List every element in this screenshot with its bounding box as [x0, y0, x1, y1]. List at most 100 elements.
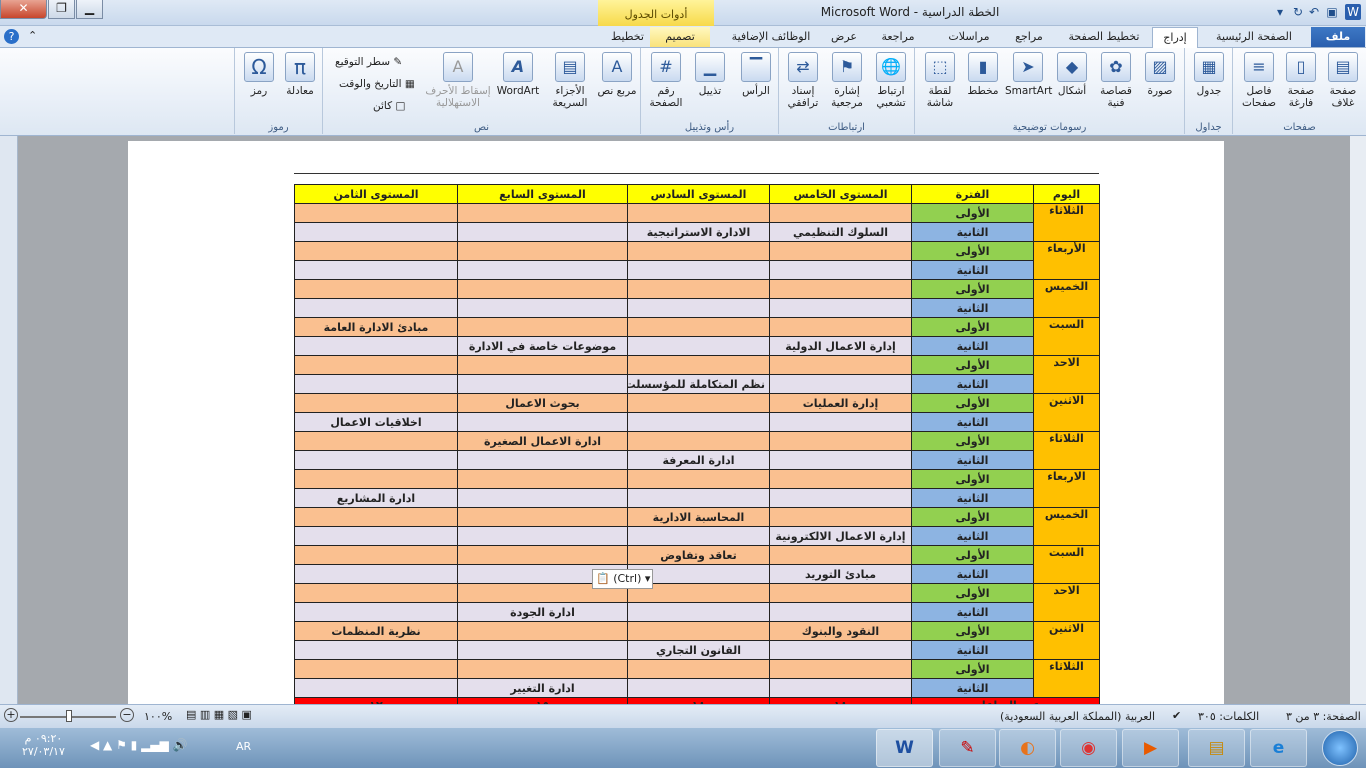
course-cell[interactable]: [294, 393, 458, 413]
word-app-icon[interactable]: W: [1345, 4, 1361, 20]
symbol-button[interactable]: Ω رمز: [239, 52, 279, 97]
course-cell[interactable]: [769, 450, 912, 470]
blank-page-button[interactable]: ▯ صفحة فارغة: [1281, 52, 1321, 109]
course-cell[interactable]: [769, 583, 912, 603]
course-cell[interactable]: الادارة الاستراتيجية: [627, 222, 770, 242]
tab-page-layout[interactable]: تخطيط الصفحة: [1062, 27, 1146, 47]
course-cell[interactable]: [769, 602, 912, 622]
course-cell[interactable]: [294, 583, 458, 603]
page-count[interactable]: الصفحة: ٣ من ٣: [1286, 710, 1361, 723]
course-cell[interactable]: [769, 431, 912, 451]
course-cell[interactable]: [769, 640, 912, 660]
course-cell[interactable]: [457, 526, 628, 546]
customize-qat-icon[interactable]: ▾: [1272, 4, 1288, 20]
period-cell[interactable]: الأولى: [911, 393, 1034, 413]
day-cell[interactable]: السبت: [1033, 545, 1100, 584]
course-cell[interactable]: [627, 678, 770, 698]
paste-options-button[interactable]: 📋 (Ctrl) ▾: [592, 569, 653, 589]
course-cell[interactable]: [457, 241, 628, 261]
course-cell[interactable]: [627, 336, 770, 356]
tab-addins[interactable]: الوظائف الإضافية: [722, 27, 820, 47]
course-cell[interactable]: نظم المتكاملة للمؤسسلت: [627, 374, 770, 394]
course-cell[interactable]: [769, 279, 912, 299]
course-cell[interactable]: [457, 355, 628, 375]
period-cell[interactable]: الثانية: [911, 564, 1034, 584]
course-cell[interactable]: [769, 298, 912, 318]
ie-icon[interactable]: e: [1250, 729, 1307, 767]
course-cell[interactable]: مبادئ التوريد: [769, 564, 912, 584]
schedule-table[interactable]: اليوم الفترة المستوى الخامس المستوى السادس ا…: [294, 184, 1100, 714]
tab-insert[interactable]: إدراج: [1152, 27, 1198, 48]
zoom-in-button[interactable]: +: [4, 708, 18, 722]
tray-icons[interactable]: ◀ ▲ ⚑ ▮ ▂▄▆ 🔊: [90, 738, 210, 752]
undo-icon[interactable]: ↶: [1306, 4, 1322, 20]
course-cell[interactable]: [294, 374, 458, 394]
header-cell[interactable]: المستوى السادس: [627, 184, 770, 204]
course-cell[interactable]: [457, 317, 628, 337]
chrome-icon[interactable]: ◉: [1060, 729, 1117, 767]
course-cell[interactable]: [627, 526, 770, 546]
header-cell[interactable]: المستوى الثامن: [294, 184, 458, 204]
period-cell[interactable]: الأولى: [911, 203, 1034, 223]
course-cell[interactable]: ادارة المشاريع: [294, 488, 458, 508]
course-cell[interactable]: [627, 659, 770, 679]
period-cell[interactable]: الأولى: [911, 279, 1034, 299]
course-cell[interactable]: إدارة الاعمال الالكترونية: [769, 526, 912, 546]
course-cell[interactable]: [769, 507, 912, 527]
vertical-scrollbar[interactable]: [1350, 136, 1366, 704]
word-taskbar-icon[interactable]: W: [876, 729, 933, 767]
period-cell[interactable]: الأولى: [911, 621, 1034, 641]
period-cell[interactable]: الأولى: [911, 583, 1034, 603]
course-cell[interactable]: [769, 488, 912, 508]
header-cell[interactable]: الفترة: [911, 184, 1034, 204]
cover-page-button[interactable]: ▤ صفحة غلاف: [1323, 52, 1363, 109]
period-cell[interactable]: الثانية: [911, 336, 1034, 356]
course-cell[interactable]: ادارة الاعمال الصغيرة: [457, 431, 628, 451]
course-cell[interactable]: [294, 336, 458, 356]
course-cell[interactable]: القانون التجاري: [627, 640, 770, 660]
header-cell[interactable]: المستوى الخامس: [769, 184, 912, 204]
course-cell[interactable]: [769, 317, 912, 337]
quick-parts-button[interactable]: ▤ الأجزاء السريعة: [545, 52, 595, 109]
period-cell[interactable]: الأولى: [911, 355, 1034, 375]
course-cell[interactable]: [294, 564, 458, 584]
course-cell[interactable]: السلوك التنظيمي: [769, 222, 912, 242]
start-button[interactable]: [1322, 730, 1358, 766]
header-cell[interactable]: المستوى السابع: [457, 184, 628, 204]
bookmark-button[interactable]: ⚑ إشارة مرجعية: [825, 52, 869, 109]
course-cell[interactable]: [457, 469, 628, 489]
day-cell[interactable]: الخميس: [1033, 279, 1100, 318]
course-cell[interactable]: [627, 393, 770, 413]
course-cell[interactable]: [769, 355, 912, 375]
word-count[interactable]: الكلمات: ٣٠٥: [1198, 710, 1259, 723]
course-cell[interactable]: [457, 203, 628, 223]
minimize-button[interactable]: ▁: [76, 0, 103, 19]
period-cell[interactable]: الثانية: [911, 374, 1034, 394]
day-cell[interactable]: الخميس: [1033, 507, 1100, 546]
tab-view[interactable]: عرض: [824, 27, 864, 47]
day-cell[interactable]: الاربعاء: [1033, 469, 1100, 508]
chart-button[interactable]: ▮ مخطط: [963, 52, 1003, 97]
course-cell[interactable]: [457, 298, 628, 318]
period-cell[interactable]: الثانية: [911, 526, 1034, 546]
period-cell[interactable]: الأولى: [911, 317, 1034, 337]
course-cell[interactable]: [294, 640, 458, 660]
period-cell[interactable]: الثانية: [911, 602, 1034, 622]
help-icon[interactable]: ?: [4, 29, 19, 44]
course-cell[interactable]: [457, 450, 628, 470]
text-box-button[interactable]: A مربع نص: [595, 52, 639, 97]
language-indicator[interactable]: العربية (المملكة العربية السعودية): [1000, 710, 1155, 723]
course-cell[interactable]: إدارة الاعمال الدولية: [769, 336, 912, 356]
course-cell[interactable]: نظرية المنظمات: [294, 621, 458, 641]
pdf-reader-icon[interactable]: ✎: [939, 729, 996, 767]
day-cell[interactable]: السبت: [1033, 317, 1100, 356]
course-cell[interactable]: [457, 621, 628, 641]
course-cell[interactable]: [627, 355, 770, 375]
view-buttons[interactable]: ▤ ▥ ▦ ▧ ▣: [186, 708, 274, 726]
course-cell[interactable]: [294, 203, 458, 223]
course-cell[interactable]: [627, 203, 770, 223]
course-cell[interactable]: ادارة التغيير: [457, 678, 628, 698]
day-cell[interactable]: الاحد: [1033, 355, 1100, 394]
period-cell[interactable]: الثانية: [911, 640, 1034, 660]
course-cell[interactable]: [769, 260, 912, 280]
